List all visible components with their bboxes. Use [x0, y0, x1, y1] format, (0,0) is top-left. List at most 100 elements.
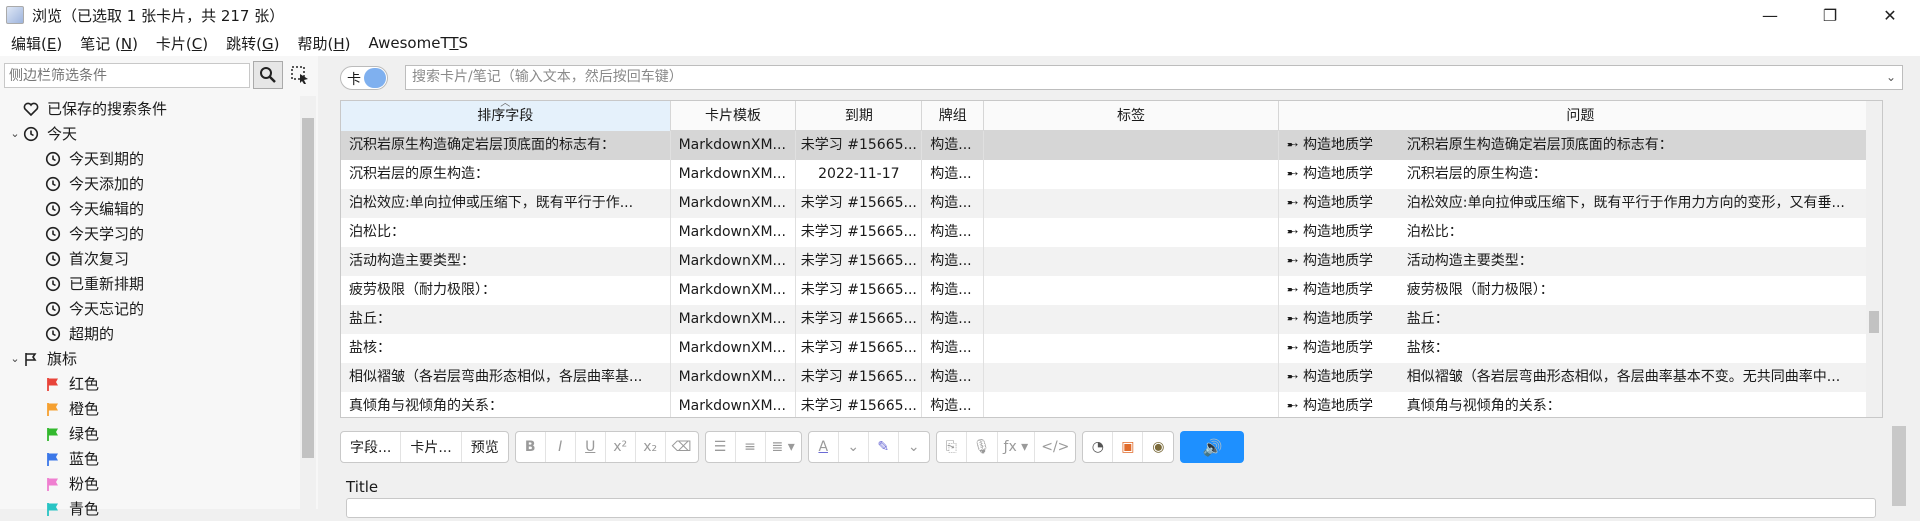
clock-icon — [44, 225, 62, 243]
heart-icon — [22, 100, 40, 118]
column-header[interactable]: 到期 — [796, 101, 923, 131]
table-row[interactable]: 盐核： MarkdownXM... 未学习 #15665... 构造... ➸ 构造地质… — [341, 334, 1882, 363]
sidebar-item[interactable]: 今天到期的 — [0, 146, 300, 171]
sidebar-item-label: 今天编辑的 — [69, 200, 145, 218]
table-scrollbar[interactable] — [1866, 101, 1882, 417]
menu-item[interactable]: 笔记 (N) — [71, 33, 147, 54]
addon-icon-1[interactable]: ◔ — [1083, 432, 1114, 462]
sidebar-item[interactable]: 今天添加的 — [0, 171, 300, 196]
table-row[interactable]: 泊松比： MarkdownXM... 未学习 #15665... 构造... ➸ 构造地… — [341, 218, 1882, 247]
cards-button[interactable]: 卡片... — [401, 432, 462, 462]
sidebar-scrollbar[interactable] — [300, 96, 316, 509]
addon-icon-3[interactable]: ◉ — [1143, 432, 1173, 462]
html-editor-icon[interactable]: </> — [1035, 432, 1075, 462]
subscript-icon[interactable]: x₂ — [636, 432, 666, 462]
maximize-button[interactable]: ❐ — [1800, 0, 1860, 30]
chevron-down-icon[interactable]: ⌄ — [8, 127, 22, 140]
table-row[interactable]: 盐丘： MarkdownXM... 未学习 #15665... 构造... ➸ 构造地质… — [341, 305, 1882, 334]
select-tool-button[interactable] — [287, 61, 313, 89]
sidebar-item[interactable]: 今天忘记的 — [0, 296, 300, 321]
question-cell: ➸ 构造地质学 活动构造主要类型： — [1279, 247, 1882, 276]
sidebar-item[interactable]: 超期的 — [0, 321, 300, 346]
sort-field-cell: 活动构造主要类型： — [341, 247, 671, 276]
column-header[interactable]: 问题 — [1279, 101, 1882, 131]
tags-cell — [984, 247, 1279, 276]
highlight-chevron-icon[interactable]: ⌄ — [899, 432, 929, 462]
sidebar-item[interactable]: 绿色 — [0, 421, 300, 446]
bullet-list-icon[interactable]: ☰ — [706, 432, 736, 462]
deck-cell: 构造... — [922, 218, 985, 247]
menu-item-accel: E — [46, 34, 57, 53]
table-row[interactable]: 沉积岩原生构造确定岩层顶底面的标志有： MarkdownXM... 未学习 #156… — [341, 131, 1882, 160]
chevron-down-icon[interactable]: ⌄ — [1886, 66, 1896, 89]
table-row[interactable]: 相似褶皱（各岩层弯曲形态相似，各层曲率基... MarkdownXM... 未学习 … — [341, 363, 1882, 392]
table-row[interactable]: 泊松效应:单向拉伸或压缩下，既有平行于作... MarkdownXM... 未学习 … — [341, 189, 1882, 218]
menu-item-end: ) — [344, 34, 351, 53]
microphone-icon[interactable]: 🎙 — [967, 432, 998, 462]
column-header[interactable]: 排序字段 ︿ — [341, 101, 671, 131]
fields-button[interactable]: 字段... — [341, 432, 402, 462]
column-header[interactable]: 牌组 — [922, 101, 985, 131]
menu-item[interactable]: 编辑(E) — [2, 33, 71, 54]
close-button[interactable]: ✕ — [1860, 0, 1920, 30]
sidebar-filter-input[interactable] — [4, 63, 250, 88]
tts-speaker-icon[interactable]: 🔊 — [1180, 431, 1245, 463]
menu-item-text: 卡片( — [155, 34, 192, 53]
card-table: 排序字段 ︿ 卡片模板 到期 牌组 标签 问题 沉积岩原生构造确定岩层顶底面的标志有： Mar… — [340, 100, 1883, 418]
table-scroll-thumb[interactable] — [1869, 311, 1879, 333]
menu-item[interactable]: 帮助(H) — [288, 33, 359, 54]
sidebar-item[interactable]: 首次复习 — [0, 246, 300, 271]
sidebar-item[interactable]: ⌄ 旗标 — [0, 346, 300, 371]
text-color-icon[interactable]: A — [809, 432, 839, 462]
sidebar-item[interactable]: 已保存的搜索条件 — [0, 96, 300, 121]
table-row[interactable]: 活动构造主要类型： MarkdownXM... 未学习 #15665... 构造...… — [341, 247, 1882, 276]
sidebar-item[interactable]: 蓝色 — [0, 446, 300, 471]
template-cell: MarkdownXM... — [671, 160, 797, 189]
title-field-input[interactable] — [346, 498, 1876, 518]
preview-button[interactable]: 预览 — [462, 432, 508, 462]
deck-tag: ➸ 构造地质学 — [1286, 253, 1373, 269]
underline-icon[interactable]: U — [576, 432, 606, 462]
table-row[interactable]: 真倾角与视倾角的关系： MarkdownXM... 未学习 #15665... 构造.… — [341, 392, 1882, 417]
attachment-icon[interactable]: ⎘ — [937, 432, 967, 462]
align-icon[interactable]: ≣ ▾ — [766, 432, 801, 462]
editor-scroll-thumb[interactable] — [1892, 426, 1906, 506]
menu-item[interactable]: 跳转(G) — [217, 33, 288, 54]
question-text: 盐丘： — [1406, 311, 1449, 327]
table-row[interactable]: 沉积岩层的原生构造： MarkdownXM... 2022-11-17 构造... ➸ … — [341, 160, 1882, 189]
sidebar-item-label: 绿色 — [69, 425, 100, 443]
sidebar-search-button[interactable] — [253, 61, 283, 89]
cards-notes-toggle[interactable]: 卡 — [340, 66, 388, 90]
minimize-button[interactable]: — — [1740, 0, 1800, 30]
table-row[interactable]: 疲劳极限（耐力极限）： MarkdownXM... 未学习 #15665... 构造.… — [341, 276, 1882, 305]
eraser-icon[interactable]: ⌫ — [666, 432, 698, 462]
sidebar-item[interactable]: 已重新排期 — [0, 271, 300, 296]
formula-icon[interactable]: ƒx ▾ — [998, 432, 1036, 462]
addon-icon-2[interactable]: ▣ — [1113, 432, 1144, 462]
sidebar-item[interactable]: 红色 — [0, 371, 300, 396]
sidebar-item[interactable]: 橙色 — [0, 396, 300, 421]
main-search-input[interactable]: 搜索卡片/笔记（输入文本，然后按回车键） ⌄ — [405, 65, 1903, 90]
column-header[interactable]: 卡片模板 — [671, 101, 797, 131]
sidebar-item[interactable]: ⌄ 今天 — [0, 121, 300, 146]
menu-item[interactable]: AwesomeTTS — [359, 34, 477, 52]
sidebar-scroll-thumb[interactable] — [302, 118, 314, 458]
question-cell: ➸ 构造地质学 沉积岩原生构造确定岩层顶底面的标志有： — [1279, 131, 1882, 160]
menu-item[interactable]: 卡片(C) — [147, 33, 217, 54]
column-header[interactable]: 标签 — [984, 101, 1279, 131]
sidebar-item-label: 今天到期的 — [69, 150, 145, 168]
color-chevron-icon[interactable]: ⌄ — [839, 432, 869, 462]
sidebar-item[interactable]: 粉色 — [0, 471, 300, 496]
numbered-list-icon[interactable]: ≡ — [736, 432, 766, 462]
superscript-icon[interactable]: x² — [606, 432, 636, 462]
editor-scrollbar[interactable] — [1885, 424, 1913, 509]
sidebar-item[interactable]: 今天学习的 — [0, 221, 300, 246]
italic-icon[interactable]: I — [546, 432, 576, 462]
bold-icon[interactable]: B — [516, 432, 546, 462]
chevron-down-icon[interactable]: ⌄ — [8, 352, 22, 365]
sidebar-item[interactable]: 今天编辑的 — [0, 196, 300, 221]
template-cell: MarkdownXM... — [671, 334, 797, 363]
deck-cell: 构造... — [922, 305, 985, 334]
highlight-icon[interactable]: ✎ — [869, 432, 899, 462]
sort-field-cell: 沉积岩层的原生构造： — [341, 160, 671, 189]
